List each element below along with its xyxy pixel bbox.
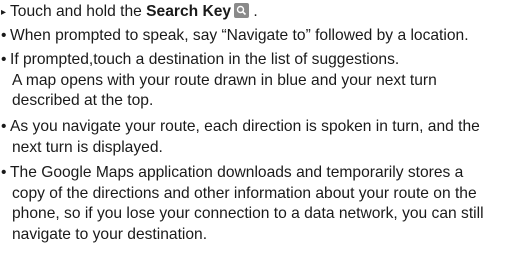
bullet-marker: • [1, 164, 7, 181]
bullet-line: phone, so if you lose your connection to… [12, 205, 484, 222]
bullet-line: copy of the directions and other informa… [12, 184, 477, 202]
search-key-icon [234, 3, 250, 18]
bullet-marker: • [1, 51, 7, 68]
instruction-list: ▸ Touch and hold the Search Key . • When… [0, 0, 518, 255]
bullet-item-speak: • When prompted to speak, say “Navigate … [0, 26, 516, 47]
bullet-line: The Google Maps application downloads an… [10, 164, 464, 181]
bullet-line: As you navigate your route, each directi… [10, 118, 480, 135]
bullet-line: When prompted to speak, say “Navigate to… [10, 27, 469, 44]
step-text-end: . [249, 3, 258, 20]
bullet-line: A map opens with your route drawn in blu… [12, 71, 437, 89]
bullet-item-google-maps: • The Google Maps application downloads … [0, 163, 516, 245]
arrow-marker: ▸ [1, 7, 7, 18]
step-text: Touch and hold the [10, 3, 147, 20]
bullet-item-suggestions: • If prompted,touch a destination in the… [0, 50, 516, 112]
bullet-marker: • [1, 27, 7, 44]
bullet-line: navigate to your destination. [12, 225, 208, 243]
step-touch-search-key: ▸ Touch and hold the Search Key . [0, 2, 516, 23]
bullet-item-navigate: • As you navigate your route, each direc… [0, 117, 516, 158]
bullet-marker: • [1, 118, 7, 135]
search-key-label: Search Key [146, 3, 232, 20]
bullet-line: next turn is displayed. [12, 138, 163, 156]
bullet-line: described at the top. [12, 92, 154, 109]
bullet-line: If prompted,touch a destination in the l… [10, 51, 400, 68]
